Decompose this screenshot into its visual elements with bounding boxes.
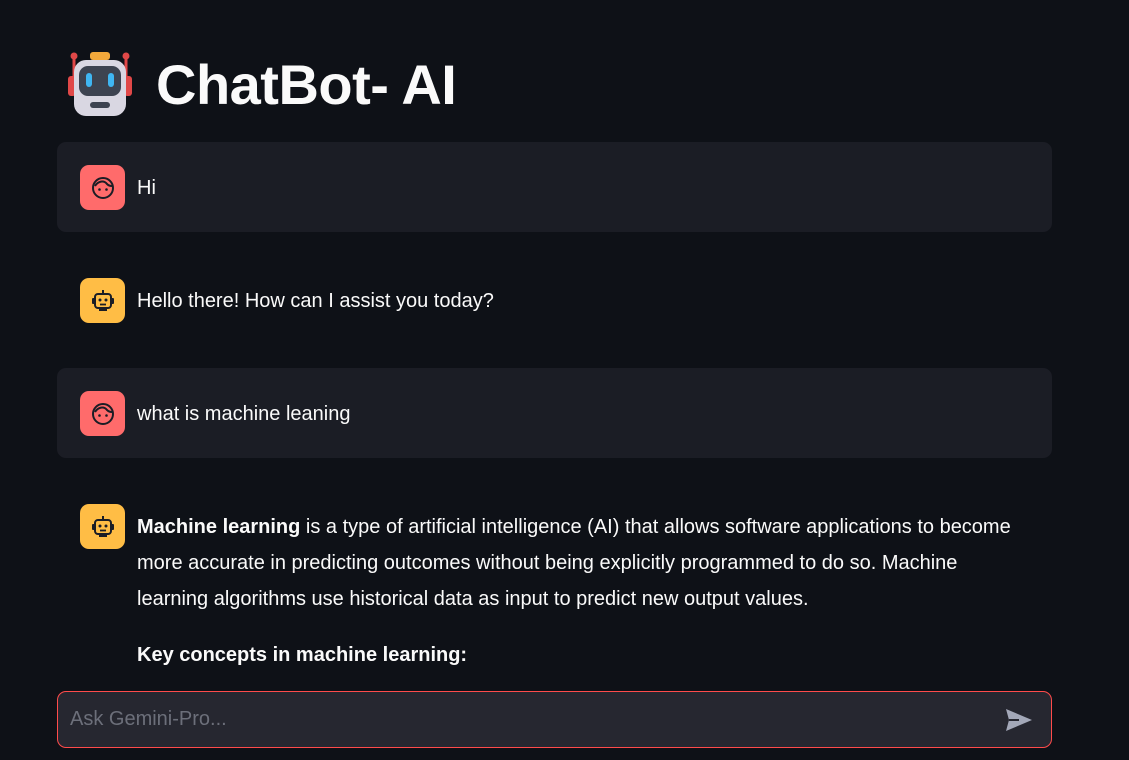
message-paragraph: what is machine leaning: [137, 403, 351, 425]
send-button[interactable]: [997, 698, 1041, 742]
chat-message-user: Hi: [57, 142, 1052, 232]
bot-avatar: [80, 504, 125, 549]
message-paragraph: Hi: [137, 177, 156, 199]
message-paragraph: Machine learning is a type of artificial…: [137, 516, 1011, 610]
chat-message-user: what is machine leaning: [57, 368, 1052, 458]
page-title: ChatBot- AI: [156, 52, 457, 116]
user-face-icon: [91, 402, 114, 425]
message-text: Hi: [137, 165, 1024, 206]
user-avatar: [80, 165, 125, 210]
bot-face-icon: [91, 515, 114, 537]
page-header: ChatBot- AI: [66, 48, 457, 120]
message-paragraph: Hello there! How can I assist you today?: [137, 290, 494, 312]
chat-input[interactable]: [58, 692, 997, 747]
user-avatar: [80, 391, 125, 436]
message-text: what is machine leaning: [137, 391, 1024, 432]
message-text: Machine learning is a type of artificial…: [137, 504, 1024, 673]
chat-app: ChatBot- AI Hi Hello there! How can I as…: [0, 0, 1129, 760]
chat-message-assistant: Machine learning is a type of artificial…: [57, 481, 1052, 696]
chat-messages: Hi Hello there! How can I assist you tod…: [57, 142, 1052, 696]
message-paragraph: Key concepts in machine learning:: [137, 644, 468, 666]
bot-face-icon: [91, 289, 114, 311]
robot-icon: [68, 52, 132, 116]
user-face-icon: [91, 176, 114, 199]
send-icon: [1006, 708, 1032, 731]
chat-input-container: [57, 691, 1052, 748]
message-text: Hello there! How can I assist you today?: [137, 278, 1024, 319]
bot-avatar: [80, 278, 125, 323]
chat-message-assistant: Hello there! How can I assist you today?: [57, 255, 1052, 345]
